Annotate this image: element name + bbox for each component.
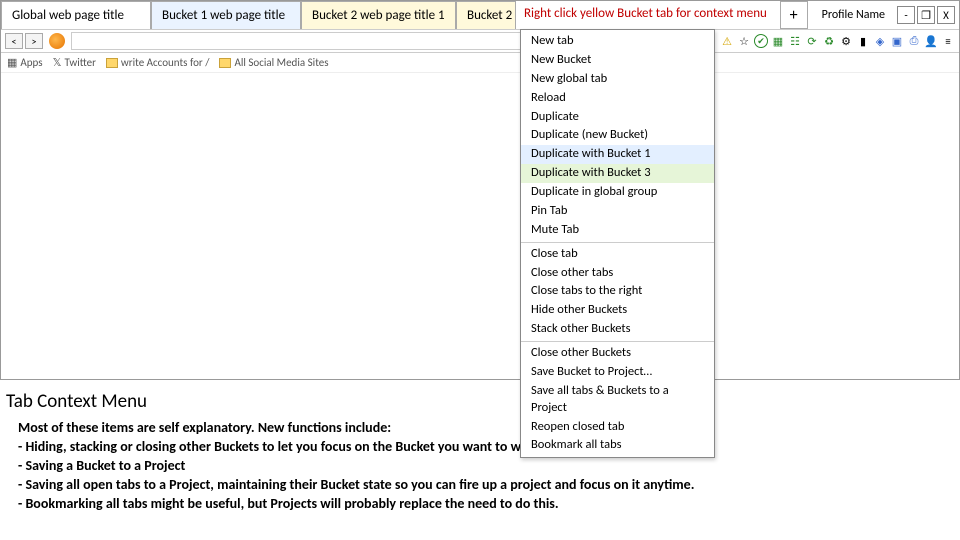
bookmark-label: Twitter — [64, 56, 95, 69]
menu-save-all-project[interactable]: Save all tabs & Buckets to a Project — [521, 382, 714, 418]
password-icon[interactable]: ▦ — [771, 34, 785, 48]
check-icon[interactable]: ✔ — [754, 34, 768, 48]
star-icon[interactable]: ☆ — [737, 34, 751, 48]
new-tab-button[interactable]: + — [780, 1, 808, 29]
doc-line: - Hiding, stacking or closing other Buck… — [6, 438, 954, 457]
bookmark-social[interactable]: All Social Media Sites — [219, 56, 328, 69]
menu-reopen-closed[interactable]: Reopen closed tab — [521, 418, 714, 437]
profile-name[interactable]: Profile Name — [812, 8, 895, 22]
menu-duplicate-bucket3[interactable]: Duplicate with Bucket 3 — [521, 164, 714, 183]
tab-bucket2-a[interactable]: Bucket 2 web page title 1 — [301, 1, 456, 29]
menu-close-other-buckets[interactable]: Close other Buckets — [521, 344, 714, 363]
apps-icon: ▦ — [7, 56, 17, 69]
tab-bucket1[interactable]: Bucket 1 web page title — [151, 1, 301, 29]
twitter-icon: 𝕏 — [53, 56, 62, 69]
bookmark-twitter[interactable]: 𝕏 Twitter — [53, 56, 96, 69]
folder-icon — [106, 58, 118, 68]
bookmarks-bar: ▦ Apps 𝕏 Twitter write Accounts for / Al… — [1, 53, 959, 73]
doc-heading: Tab Context Menu — [6, 390, 954, 413]
minimize-button[interactable]: - — [897, 6, 915, 24]
menu-duplicate-new-bucket[interactable]: Duplicate (new Bucket) — [521, 126, 714, 145]
divider-icon: ▮ — [856, 34, 870, 48]
tab-context-menu: New tab New Bucket New global tab Reload… — [520, 29, 715, 458]
menu-icon[interactable]: ≡ — [941, 34, 955, 48]
menu-duplicate-global[interactable]: Duplicate in global group — [521, 183, 714, 202]
description-block: Tab Context Menu Most of these items are… — [0, 380, 960, 513]
window-controls: Profile Name - ❐ X — [808, 1, 959, 29]
browser-icon — [49, 33, 65, 49]
menu-stack-other-buckets[interactable]: Stack other Buckets — [521, 320, 714, 339]
menu-duplicate[interactable]: Duplicate — [521, 108, 714, 127]
bookmark-label: write Accounts for / — [121, 56, 210, 69]
print-icon[interactable]: ⎙ — [907, 34, 921, 48]
menu-save-bucket-project[interactable]: Save Bucket to Project… — [521, 363, 714, 382]
toolbar-icons: ⚠ ☆ ✔ ▦ ☷ ⟳ ♻ ⚙ ▮ ◈ ▣ ⎙ 👤 ≡ — [714, 34, 955, 48]
bookmark-accounts[interactable]: write Accounts for / — [106, 56, 210, 69]
tab-bucket2-b[interactable]: Bucket 2 — [456, 1, 516, 29]
context-hint: Right click yellow Bucket tab for contex… — [516, 1, 775, 29]
menu-reload[interactable]: Reload — [521, 89, 714, 108]
tab-global[interactable]: Global web page title — [1, 1, 151, 29]
sync-icon[interactable]: ⟳ — [805, 34, 819, 48]
bookmark-apps[interactable]: ▦ Apps — [7, 56, 43, 69]
doc-line: - Bookmarking all tabs might be useful, … — [6, 495, 954, 514]
menu-close-tab[interactable]: Close tab — [521, 245, 714, 264]
back-button[interactable]: < — [5, 33, 23, 49]
menu-new-bucket[interactable]: New Bucket — [521, 51, 714, 70]
recycle-icon[interactable]: ♻ — [822, 34, 836, 48]
forward-button[interactable]: > — [25, 33, 43, 49]
menu-close-other-tabs[interactable]: Close other tabs — [521, 264, 714, 283]
browser-window: Global web page title Bucket 1 web page … — [0, 0, 960, 380]
diamond-icon[interactable]: ◈ — [873, 34, 887, 48]
doc-line: - Saving a Bucket to a Project — [6, 457, 954, 476]
menu-hide-other-buckets[interactable]: Hide other Buckets — [521, 301, 714, 320]
close-window-button[interactable]: X — [937, 6, 955, 24]
maximize-button[interactable]: ❐ — [917, 6, 935, 24]
bookmark-label: Apps — [20, 56, 42, 69]
menu-new-tab[interactable]: New tab — [521, 32, 714, 51]
bookmark-icon[interactable]: ▣ — [890, 34, 904, 48]
menu-separator — [521, 341, 714, 342]
doc-line: Most of these items are self explanatory… — [6, 419, 954, 438]
menu-new-global-tab[interactable]: New global tab — [521, 70, 714, 89]
menu-duplicate-bucket1[interactable]: Duplicate with Bucket 1 — [521, 145, 714, 164]
menu-pin-tab[interactable]: Pin Tab — [521, 202, 714, 221]
tab-bar: Global web page title Bucket 1 web page … — [1, 1, 959, 29]
menu-close-right[interactable]: Close tabs to the right — [521, 282, 714, 301]
calendar-icon[interactable]: ☷ — [788, 34, 802, 48]
menu-mute-tab[interactable]: Mute Tab — [521, 221, 714, 240]
bookmark-label: All Social Media Sites — [234, 56, 328, 69]
gear-icon[interactable]: ⚙ — [839, 34, 853, 48]
warning-icon[interactable]: ⚠ — [720, 34, 734, 48]
nav-toolbar: < > ⚠ ☆ ✔ ▦ ☷ ⟳ ♻ ⚙ ▮ ◈ ▣ ⎙ 👤 ≡ — [1, 29, 959, 53]
menu-bookmark-all[interactable]: Bookmark all tabs — [521, 436, 714, 455]
menu-separator — [521, 242, 714, 243]
doc-line: - Saving all open tabs to a Project, mai… — [6, 476, 954, 495]
folder-icon — [219, 58, 231, 68]
user-icon[interactable]: 👤 — [924, 34, 938, 48]
